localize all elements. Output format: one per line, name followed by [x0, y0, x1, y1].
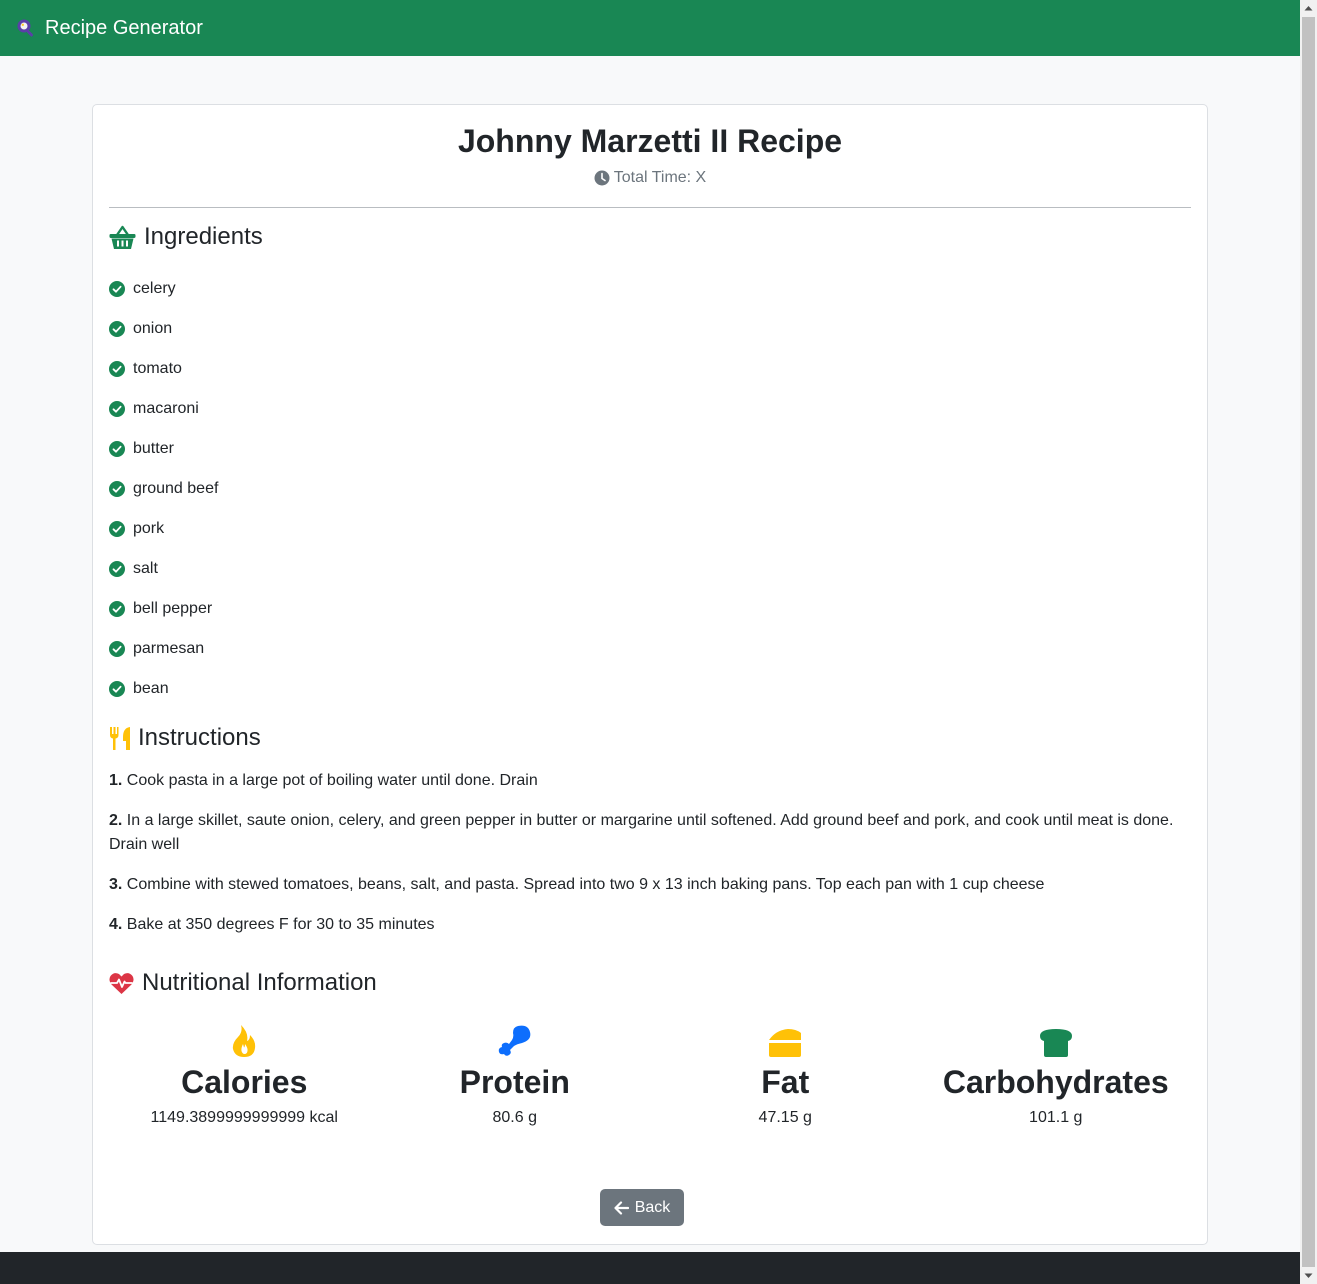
check-circle-icon: [109, 561, 125, 577]
list-item: ground beef: [109, 469, 218, 509]
total-time-text: Total Time: X: [613, 169, 707, 186]
step-number: 4.: [109, 916, 123, 933]
brand-title: Recipe Generator: [45, 16, 203, 39]
ingredient-name: bean: [133, 680, 169, 697]
ingredients-heading-text: Ingredients: [144, 223, 263, 250]
instruction-step: 3. Combine with stewed tomatoes, beans, …: [109, 873, 1179, 897]
list-item: onion: [109, 309, 218, 349]
instruction-list: 1. Cook pasta in a large pot of boiling …: [109, 769, 1179, 953]
check-circle-icon: [109, 361, 125, 377]
check-circle-icon: [109, 441, 125, 457]
ingredients-heading: Ingredients: [109, 223, 263, 251]
magnifier-icon: [17, 19, 34, 37]
ingredient-name: butter: [133, 440, 174, 457]
scroll-down-icon[interactable]: [1304, 1271, 1313, 1280]
scroll-up-icon[interactable]: [1304, 4, 1313, 13]
list-item: celery: [109, 269, 218, 309]
carbs-label: Carbohydrates: [942, 1064, 1169, 1100]
step-text: In a large skillet, saute onion, celery,…: [109, 812, 1174, 853]
basket-icon: [109, 225, 136, 249]
total-time: Total Time: X: [93, 169, 1207, 187]
brand-link[interactable]: Recipe Generator: [16, 17, 203, 40]
carbs-value: 101.1 g: [1029, 1109, 1083, 1126]
check-circle-icon: [109, 521, 125, 537]
step-number: 2.: [109, 812, 123, 829]
list-item: tomato: [109, 349, 218, 389]
back-label: Back: [634, 1198, 671, 1216]
nutrition-heading-text: Nutritional Information: [142, 969, 377, 996]
check-circle-icon: [109, 401, 125, 417]
bread-icon: [1039, 1029, 1072, 1057]
step-number: 1.: [109, 772, 123, 789]
fire-icon: [233, 1025, 256, 1057]
protein-label: Protein: [459, 1064, 570, 1100]
step-number: 3.: [109, 876, 123, 893]
check-circle-icon: [109, 641, 125, 657]
calories-label: Calories: [181, 1064, 308, 1100]
instruction-step: 4. Bake at 350 degrees F for 30 to 35 mi…: [109, 913, 1179, 937]
fat-label: Fat: [761, 1064, 810, 1100]
check-circle-icon: [109, 281, 125, 297]
recipe-card: Johnny Marzetti II Recipe Total Time: X …: [92, 104, 1208, 1245]
list-item: parmesan: [109, 629, 218, 669]
list-item: salt: [109, 549, 218, 589]
ingredient-name: parmesan: [133, 640, 205, 657]
check-circle-icon: [109, 601, 125, 617]
navbar: Recipe Generator: [0, 0, 1300, 56]
protein-value: 80.6 g: [492, 1109, 537, 1126]
instruction-step: 2. In a large skillet, saute onion, cele…: [109, 809, 1179, 857]
list-item: pork: [109, 509, 218, 549]
clock-icon: [594, 170, 610, 186]
nutrition-heading: Nutritional Information: [109, 969, 377, 997]
divider: [109, 207, 1191, 208]
calories-card: Calories 1149.3899999999999 kcal: [109, 1020, 380, 1127]
ingredient-name: salt: [133, 560, 158, 577]
ingredient-name: celery: [133, 280, 176, 297]
heart-pulse-icon: [109, 972, 134, 994]
calories-value: 1149.3899999999999 kcal: [150, 1109, 338, 1126]
step-text: Bake at 350 degrees F for 30 to 35 minut…: [126, 916, 435, 933]
list-item: bean: [109, 669, 218, 709]
list-item: macaroni: [109, 389, 218, 429]
fat-value: 47.15 g: [758, 1109, 812, 1126]
drumstick-icon: [498, 1025, 531, 1056]
nutrition-grid: Calories 1149.3899999999999 kcal Protein…: [109, 1020, 1191, 1127]
protein-card: Protein 80.6 g: [380, 1020, 651, 1127]
fat-card: Fat 47.15 g: [650, 1020, 921, 1127]
check-circle-icon: [109, 321, 125, 337]
utensils-icon: [110, 726, 130, 750]
instructions-heading-text: Instructions: [138, 724, 261, 751]
instruction-step: 1. Cook pasta in a large pot of boiling …: [109, 769, 1179, 793]
carbs-card: Carbohydrates 101.1 g: [921, 1020, 1192, 1127]
ingredient-name: macaroni: [133, 400, 199, 417]
ingredient-name: tomato: [133, 360, 182, 377]
back-button[interactable]: Back: [600, 1189, 684, 1226]
ingredient-list: celery onion tomato macaroni butter grou…: [109, 269, 218, 709]
list-item: bell pepper: [109, 589, 218, 629]
ingredient-name: ground beef: [133, 480, 219, 497]
list-item: butter: [109, 429, 218, 469]
footer: [0, 1252, 1300, 1284]
instructions-heading: Instructions: [109, 724, 261, 752]
ingredient-name: pork: [133, 520, 165, 537]
arrow-left-icon: [614, 1200, 629, 1215]
cheese-icon: [769, 1029, 802, 1057]
step-text: Cook pasta in a large pot of boiling wat…: [126, 772, 538, 789]
scrollbar-thumb[interactable]: [1302, 17, 1315, 1267]
step-text: Combine with stewed tomatoes, beans, sal…: [126, 876, 1045, 893]
ingredient-name: onion: [133, 320, 173, 337]
ingredient-name: bell pepper: [133, 600, 213, 617]
check-circle-icon: [109, 481, 125, 497]
page-title: Johnny Marzetti II Recipe: [457, 123, 843, 159]
check-circle-icon: [109, 681, 125, 697]
